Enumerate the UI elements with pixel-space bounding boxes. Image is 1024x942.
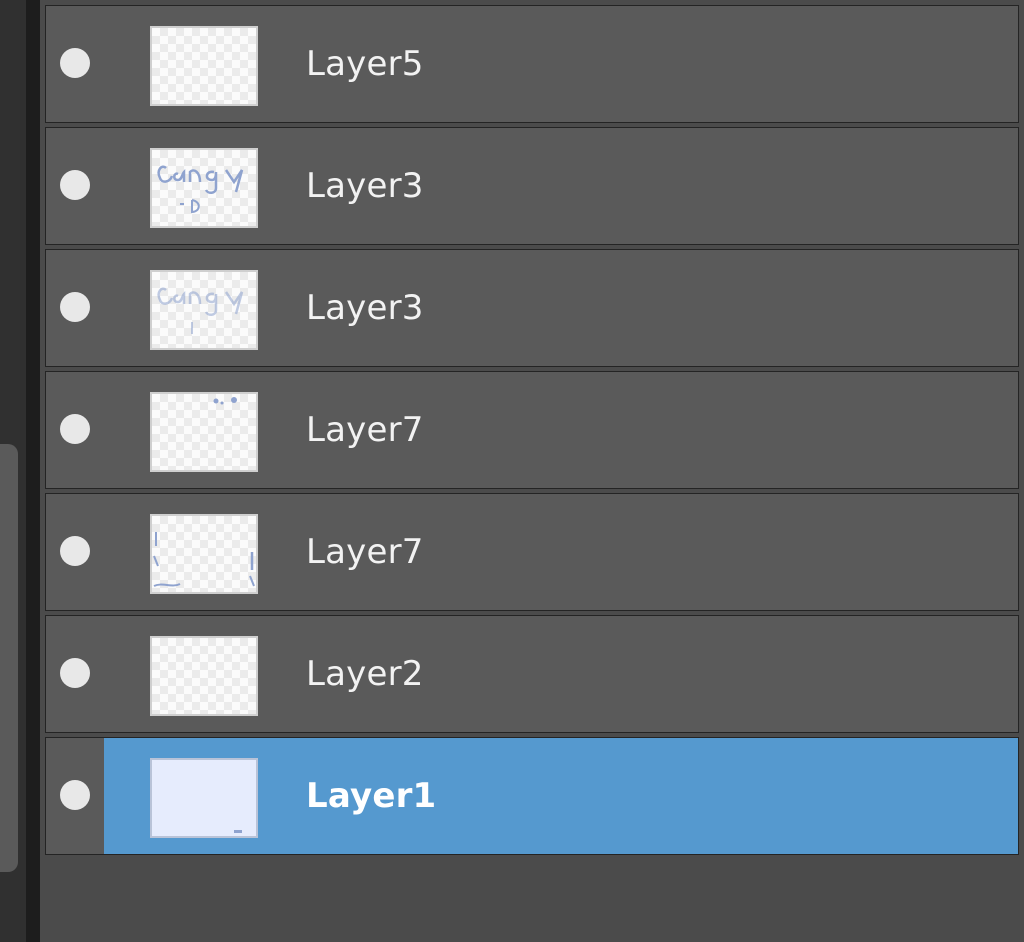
- layer-thumbnail: [150, 514, 258, 594]
- layer-row[interactable]: Layer3: [46, 128, 1018, 244]
- solid-thumbnail-icon: [234, 830, 242, 833]
- layer-thumbnail: [150, 758, 258, 838]
- layer-name: Layer7: [306, 410, 424, 450]
- layer-name: Layer3: [306, 166, 424, 206]
- visibility-dot-icon[interactable]: [60, 658, 90, 688]
- layer-list: Layer5 Layer3 Layer3 Layer7 Layer7 Layer…: [46, 6, 1018, 860]
- layer-name: Layer7: [306, 532, 424, 572]
- layer-row[interactable]: Layer7: [46, 494, 1018, 610]
- layer-thumbnail: [150, 148, 258, 228]
- layer-name: Layer3: [306, 288, 424, 328]
- layer-name: Layer2: [306, 654, 424, 694]
- panel-divider: [26, 0, 40, 942]
- layer-row[interactable]: Layer7: [46, 372, 1018, 488]
- layer-name: Layer5: [306, 44, 424, 84]
- layer-row[interactable]: Layer2: [46, 616, 1018, 732]
- visibility-dot-icon[interactable]: [60, 414, 90, 444]
- edge-marks-thumbnail-icon: [153, 532, 255, 587]
- dots-thumbnail-icon: [213, 397, 237, 405]
- layer-thumbnail: [150, 636, 258, 716]
- left-scrollbar-thumb[interactable]: [0, 444, 18, 872]
- visibility-dot-icon[interactable]: [60, 292, 90, 322]
- sketch-thumbnail-icon: [157, 287, 244, 334]
- left-scrollbar-track[interactable]: [0, 0, 26, 942]
- layers-panel: Layer5 Layer3 Layer3 Layer7 Layer7 Layer…: [40, 0, 1024, 942]
- sketch-thumbnail-icon: [157, 165, 244, 214]
- layer-thumbnail: [150, 392, 258, 472]
- visibility-dot-icon[interactable]: [60, 170, 90, 200]
- visibility-dot-icon[interactable]: [60, 48, 90, 78]
- visibility-dot-icon[interactable]: [60, 536, 90, 566]
- layer-row[interactable]: Layer1: [46, 738, 1018, 854]
- layer-row[interactable]: Layer5: [46, 6, 1018, 122]
- layer-row[interactable]: Layer3: [46, 250, 1018, 366]
- layer-thumbnail: [150, 26, 258, 106]
- layer-thumbnail: [150, 270, 258, 350]
- visibility-dot-icon[interactable]: [60, 780, 90, 810]
- layer-name: Layer1: [306, 776, 437, 816]
